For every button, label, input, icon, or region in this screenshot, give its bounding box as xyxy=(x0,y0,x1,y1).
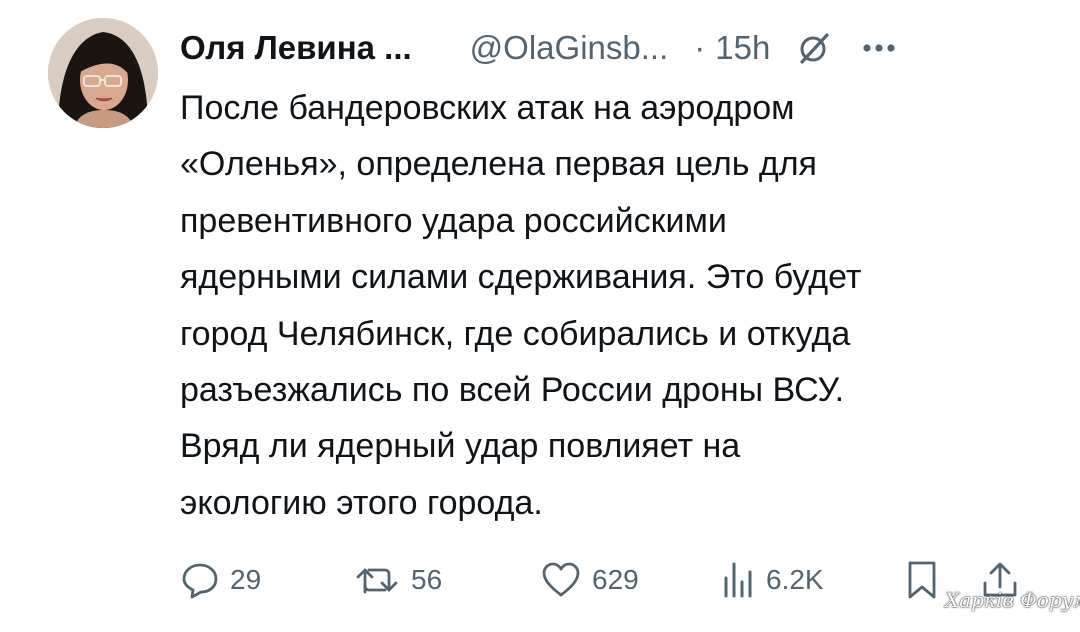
reply-button[interactable]: 29 xyxy=(180,552,261,608)
tweet-text-line: разъезжались по всей России дроны ВСУ. xyxy=(180,371,845,410)
tweet-text-line: превентивного удара российскими xyxy=(180,201,727,240)
like-button[interactable]: 629 xyxy=(540,552,639,608)
tweet-text: После бандеровских атак на аэродром «Оле… xyxy=(180,80,1060,531)
tweet-text-line: «Оленья», определена первая цель для xyxy=(180,145,817,184)
author-handle[interactable]: @OlaGinsb... xyxy=(470,29,669,67)
bookmark-button[interactable] xyxy=(905,552,939,608)
reply-bubble-icon xyxy=(182,563,218,599)
views-count: 6.2K xyxy=(766,564,824,595)
heart-icon xyxy=(542,562,580,597)
tweet-actions: 29 56 629 6.2K xyxy=(180,552,1040,608)
timestamp[interactable]: 15h xyxy=(715,29,770,67)
reply-count: 29 xyxy=(230,564,262,595)
tweet-text-line: Вряд ли ядерный удар повлияет на xyxy=(180,427,741,466)
more-dots-icon[interactable] xyxy=(862,43,896,53)
tweet-text-line: После бандеровских атак на аэродром xyxy=(180,89,795,127)
views-bars-icon xyxy=(724,562,752,598)
avatar-image xyxy=(48,18,158,128)
tweet-text-line: ядерными силами сдерживания. Это будет xyxy=(180,258,862,297)
tweet-text-line: город Челябинск, где собирались и откуда xyxy=(180,314,851,353)
avatar[interactable] xyxy=(48,18,158,128)
author-name[interactable]: Оля Левина ... xyxy=(180,29,412,67)
bookmark-icon xyxy=(908,561,936,599)
retweet-count: 56 xyxy=(411,564,443,595)
tweet-header: Оля Левина ... @OlaGinsb... · 15h xyxy=(180,20,1040,76)
like-count: 629 xyxy=(592,564,639,595)
retweet-button[interactable]: 56 xyxy=(355,552,442,608)
tweet-card: Оля Левина ... @OlaGinsb... · 15h После … xyxy=(0,0,1080,632)
separator-dot: · xyxy=(694,29,706,66)
tweet-text-line: экологию этого города. xyxy=(180,483,543,522)
watermark: Харків Форум xyxy=(945,588,1080,612)
retweet-icon xyxy=(356,568,398,594)
views-button[interactable]: 6.2K xyxy=(720,552,824,608)
grok-slash-icon[interactable] xyxy=(796,30,832,66)
